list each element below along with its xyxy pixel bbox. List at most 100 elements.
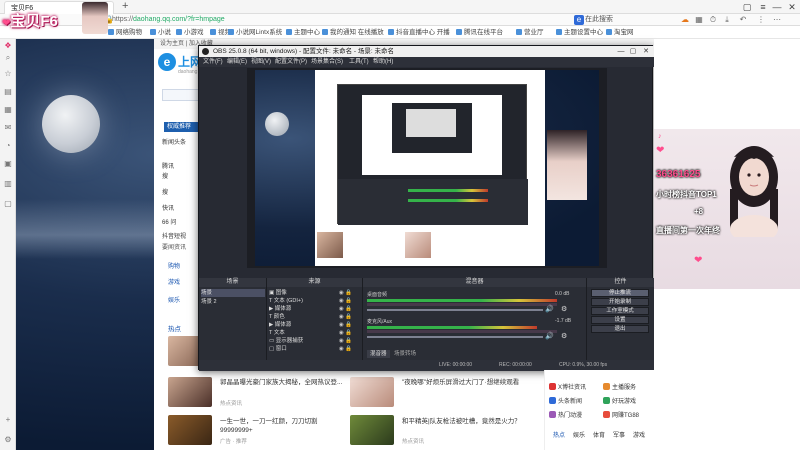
- channel-item[interactable]: 主播服务: [603, 382, 636, 391]
- undo-icon[interactable]: ↶: [738, 15, 748, 25]
- book-icon[interactable]: ▥: [3, 179, 13, 189]
- extensions-icon[interactable]: ▦: [694, 15, 704, 25]
- download-icon[interactable]: ⤓: [722, 15, 732, 25]
- bookmark-item[interactable]: 小说: [150, 26, 171, 39]
- window-restore-button[interactable]: ▢: [740, 1, 754, 13]
- settings-button[interactable]: 设置: [591, 316, 649, 324]
- favorite-icon[interactable]: ❖: [3, 41, 13, 51]
- window-minimize-button[interactable]: —: [770, 1, 784, 13]
- nav-item[interactable]: 66 问: [162, 217, 176, 226]
- channel-item[interactable]: 好玩游戏: [603, 396, 636, 405]
- bookmark-item[interactable]: 主题中心: [286, 26, 320, 39]
- news-title[interactable]: 郭晶晶曝光豪门家族大揭秘，全网热议登...: [220, 378, 350, 387]
- news-thumbnail[interactable]: [350, 377, 394, 407]
- calendar-icon[interactable]: ▦: [3, 105, 13, 115]
- star-icon[interactable]: ☆: [3, 69, 13, 79]
- clipboard-icon[interactable]: ▣: [3, 159, 13, 169]
- nav-item[interactable]: 搜: [162, 187, 168, 196]
- nav-item[interactable]: 腾讯: [162, 161, 174, 170]
- new-tab-button[interactable]: +: [122, 0, 128, 13]
- settings-icon[interactable]: ⚙: [3, 435, 13, 445]
- volume-slider[interactable]: [367, 309, 543, 311]
- bookmark-item[interactable]: 我的通知 在线播放: [322, 26, 384, 39]
- obs-menu-profile[interactable]: 配置文件(P): [275, 57, 307, 67]
- channel-item[interactable]: 热门动漫: [549, 410, 582, 419]
- window-menu-button[interactable]: ≡: [756, 1, 770, 13]
- source-visibility-icons[interactable]: ◉ 🔒 ◉ 🔒 ◉ 🔒 ◉ 🔒 ◉ 🔒 ◉ 🔒 ◉ 🔒 ◉ 🔒: [339, 289, 352, 353]
- gear-icon[interactable]: ⚙: [561, 305, 567, 313]
- nav-item[interactable]: 抖音短视: [162, 231, 186, 240]
- tab-military[interactable]: 军事: [613, 430, 625, 439]
- stop-streaming-button[interactable]: 停止推流: [591, 289, 649, 297]
- bookmark-item[interactable]: 腾讯在线平台: [456, 26, 503, 39]
- news-thumbnail[interactable]: [168, 377, 212, 407]
- source-item[interactable]: ▶ 媒体源: [269, 305, 291, 313]
- exit-button[interactable]: 退出: [591, 325, 649, 333]
- obs-title-bar[interactable]: OBS 25.0.8 (64 bit, windows) - 配置文件: 未命名…: [199, 46, 654, 57]
- url-field[interactable]: https://daohang.qq.com/?fr=hmpage: [112, 15, 572, 25]
- obs-close-button[interactable]: ✕: [640, 46, 652, 57]
- site-logo-icon[interactable]: e: [158, 53, 176, 71]
- obs-menu-tools[interactable]: 工具(T): [349, 57, 369, 67]
- studio-mode-button[interactable]: 工作室模式: [591, 307, 649, 315]
- nav-item[interactable]: 搜: [162, 171, 168, 180]
- hot-section-label[interactable]: 热点: [168, 323, 181, 333]
- obs-preview[interactable]: [247, 68, 607, 268]
- speaker-icon[interactable]: 🔊: [545, 332, 554, 340]
- dots-icon[interactable]: ⋮: [756, 15, 766, 25]
- news-title[interactable]: 一生一世，一刀一红颜，刀刀切割 99999999+: [220, 417, 350, 435]
- bookmark-item[interactable]: 淘宝网: [606, 26, 634, 39]
- bookmark-item[interactable]: 小说网Lintx系统: [228, 26, 282, 39]
- bookmark-item[interactable]: 营业厅: [516, 26, 544, 39]
- channel-item[interactable]: X博社资讯: [549, 382, 586, 391]
- live-video[interactable]: 36361625 小时榜抖音TOP1 +8 直播间第一次年终 ❤ ❤ ♪: [654, 129, 800, 289]
- source-item[interactable]: T 文本: [269, 329, 285, 337]
- gear-icon[interactable]: ⚙: [561, 332, 567, 340]
- obs-menu-scene-collection[interactable]: 场景集合(S): [311, 57, 343, 67]
- obs-menu-view[interactable]: 视图(V): [251, 57, 271, 67]
- document-icon[interactable]: ▤: [3, 87, 13, 97]
- news-thumbnail[interactable]: [168, 415, 212, 445]
- source-item[interactable]: T 颜色: [269, 313, 285, 321]
- news-title[interactable]: 和平精英|队友枪法被吐槽，竟然是火力？: [402, 417, 532, 426]
- nav-item[interactable]: 新闻头条: [162, 137, 186, 146]
- add-icon[interactable]: +: [3, 415, 13, 425]
- scene-item[interactable]: 场景 2: [201, 298, 265, 306]
- sidebar-section-link[interactable]: 娱乐: [168, 295, 180, 304]
- obs-minimize-button[interactable]: —: [615, 46, 627, 57]
- sidebar-section-link[interactable]: 购物: [168, 261, 180, 270]
- cloud-icon[interactable]: ☁: [680, 15, 690, 25]
- bookmark-item[interactable]: 小游戏: [176, 26, 204, 39]
- tab-entertainment[interactable]: 娱乐: [573, 430, 585, 439]
- source-item[interactable]: ▶ 媒体源: [269, 321, 291, 329]
- search-icon[interactable]: ⌕: [3, 53, 13, 63]
- news-thumbnail[interactable]: [350, 415, 394, 445]
- history-icon[interactable]: ⏱: [708, 15, 718, 25]
- source-item[interactable]: T 文本 (GDI+): [269, 297, 303, 305]
- obs-menu-file[interactable]: 文件(F): [203, 57, 223, 67]
- tab-sports[interactable]: 体育: [593, 430, 605, 439]
- channel-item[interactable]: 头条新闻: [549, 396, 582, 405]
- browser-search-input[interactable]: 在此搜索: [585, 15, 655, 25]
- volume-slider[interactable]: [367, 336, 543, 338]
- bag-icon[interactable]: ▢: [3, 199, 13, 209]
- source-item[interactable]: ▭ 显示器捕获: [269, 337, 303, 345]
- sidebar-section-link[interactable]: 游戏: [168, 277, 180, 286]
- tab-games[interactable]: 游戏: [633, 430, 645, 439]
- start-recording-button[interactable]: 开始录制: [591, 298, 649, 306]
- chat-icon[interactable]: ◔: [3, 141, 13, 151]
- search-engine-icon[interactable]: e: [574, 15, 584, 25]
- more-icon[interactable]: ⋯: [772, 15, 782, 25]
- bookmark-item[interactable]: 网络购物: [108, 26, 142, 39]
- obs-maximize-button[interactable]: ▢: [627, 46, 639, 57]
- tab-hot[interactable]: 热点: [553, 430, 565, 439]
- dock-tab-mixer[interactable]: 混音器: [367, 350, 390, 358]
- bookmark-item[interactable]: 主题设置中心: [556, 26, 603, 39]
- mail-icon[interactable]: ✉: [3, 123, 13, 133]
- bookmark-item[interactable]: 抖音直播中心 开播: [388, 26, 450, 39]
- dock-tab-transitions[interactable]: 场景转场: [391, 350, 419, 358]
- speaker-icon[interactable]: 🔊: [545, 305, 554, 313]
- news-title[interactable]: "夜晚哪"好烦乐屏滑过大门了·想继续观看: [402, 378, 532, 387]
- obs-menu-edit[interactable]: 编辑(E): [227, 57, 247, 67]
- source-item[interactable]: ▣ 图像: [269, 289, 287, 297]
